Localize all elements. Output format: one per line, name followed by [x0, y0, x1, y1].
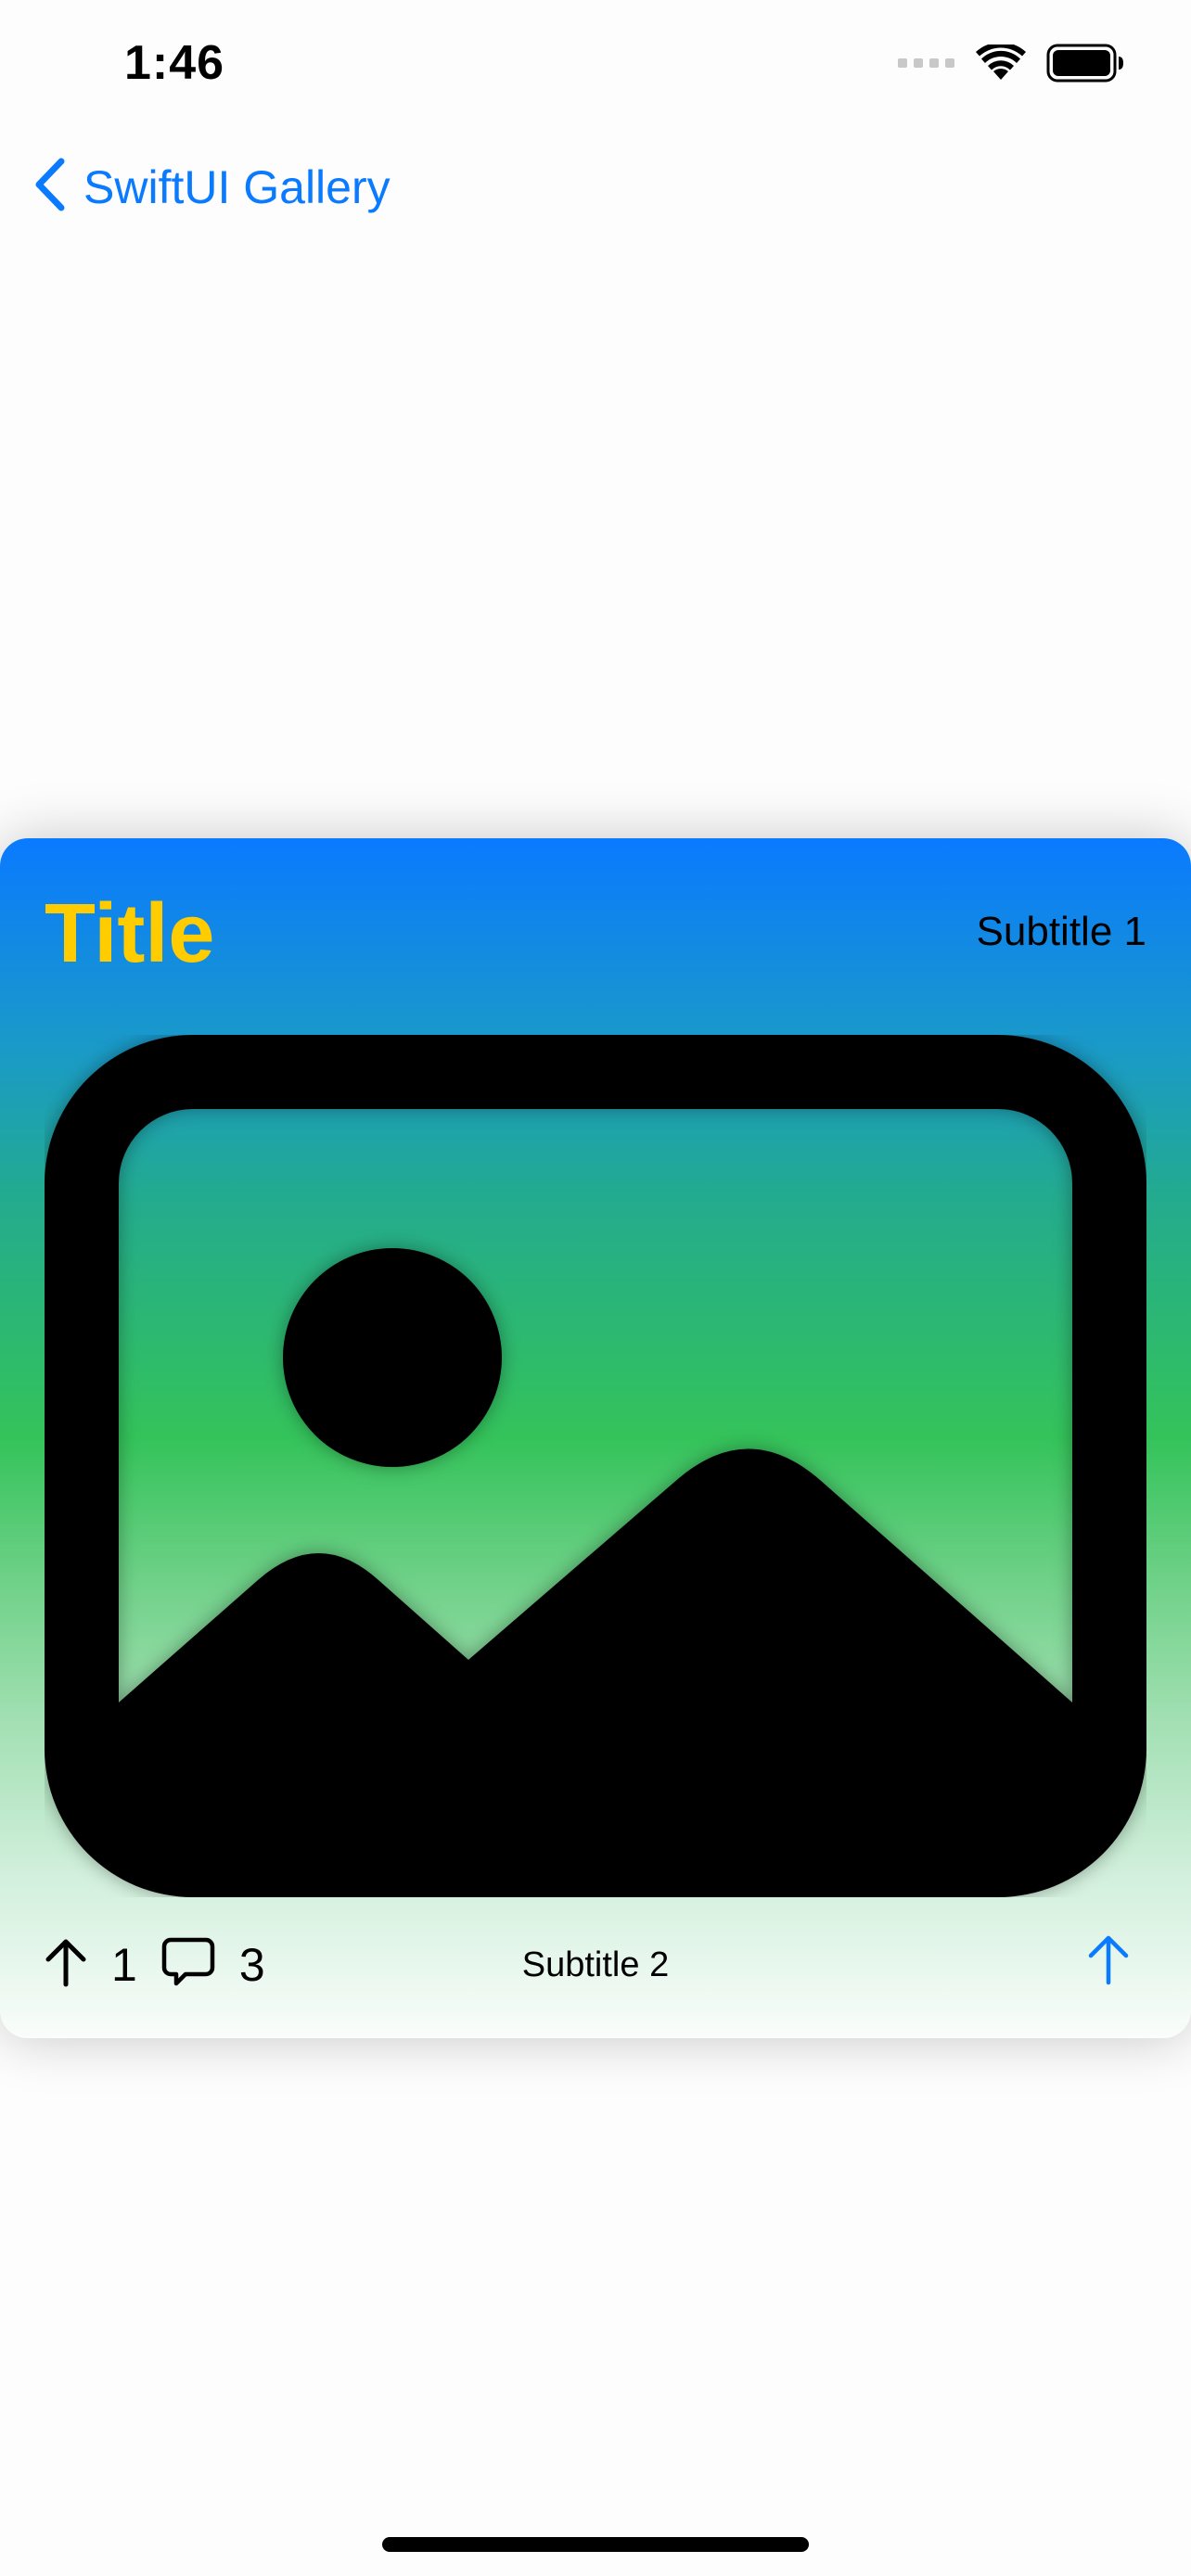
wifi-icon	[976, 42, 1026, 86]
screen: 1:46 SwiftUI Gallery Title Subtitle 1 1 …	[0, 0, 1191, 2576]
share-button[interactable]	[1087, 1932, 1130, 1991]
arrow-up-icon	[1087, 1935, 1130, 1990]
status-bar: 1:46	[0, 0, 1191, 130]
status-time: 1:46	[124, 36, 225, 90]
navigation-bar: SwiftUI Gallery	[0, 148, 1191, 234]
card-title: Title	[45, 887, 215, 980]
photo-icon	[45, 1035, 1146, 1897]
card-subtitle-1: Subtitle 1	[976, 909, 1146, 954]
battery-icon	[1046, 44, 1124, 87]
cellular-signal-icon	[898, 57, 955, 74]
back-button[interactable]: SwiftUI Gallery	[33, 158, 391, 216]
home-indicator[interactable]	[382, 2537, 809, 2552]
card-subtitle-2: Subtitle 2	[521, 1945, 670, 1984]
back-button-label: SwiftUI Gallery	[83, 160, 391, 213]
chevron-left-icon	[33, 158, 67, 216]
status-icons	[898, 42, 1124, 87]
card-footer: 1 3 Subtitle 2	[0, 1923, 1191, 1997]
card[interactable]: Title Subtitle 1 1 3 Subtitle 2	[0, 838, 1191, 2038]
